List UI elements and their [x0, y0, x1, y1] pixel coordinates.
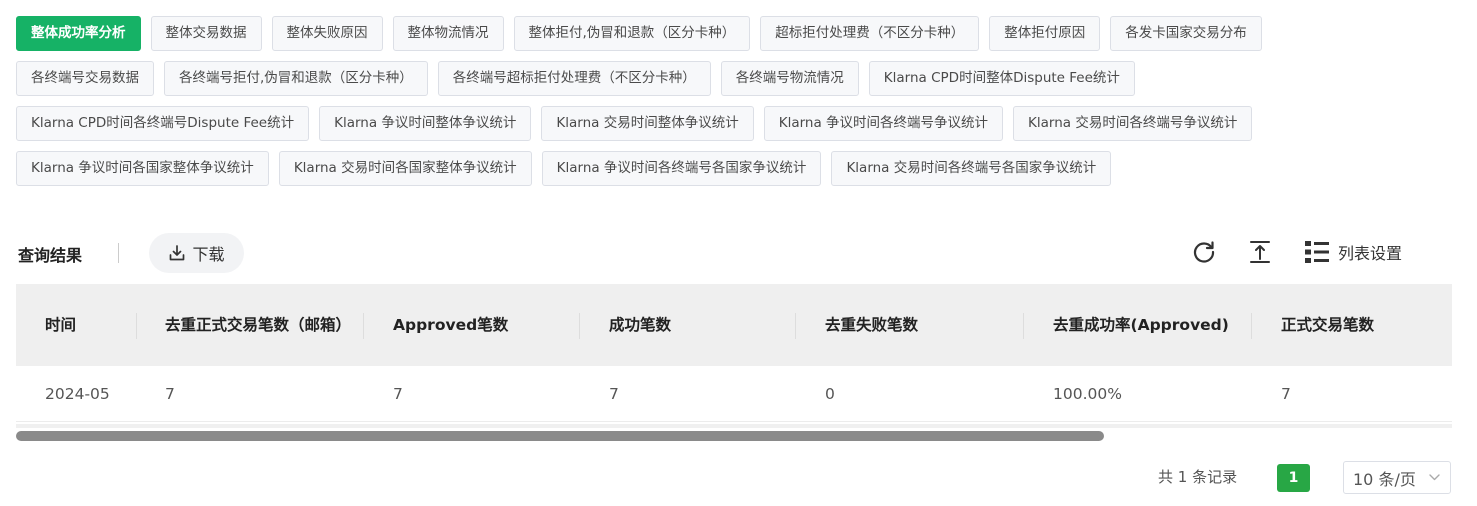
- tab-klarna-dispute-time-terminal[interactable]: Klarna 争议时间各终端号争议统计: [763, 106, 1004, 141]
- tab-klarna-transaction-time-terminal-country[interactable]: Klarna 交易时间各终端号各国家争议统计: [831, 151, 1112, 186]
- scroll-top-icon[interactable]: [1248, 239, 1272, 265]
- tab-overall-transactions[interactable]: 整体交易数据: [150, 16, 262, 51]
- column-header-success-count[interactable]: 成功笔数: [609, 284, 799, 366]
- tab-row: 整体成功率分析 整体交易数据 整体失败原因 整体物流情况 整体拒付,伪冒和退款（…: [16, 16, 1456, 51]
- column-divider[interactable]: [363, 313, 364, 339]
- tab-row: 各终端号交易数据 各终端号拒付,伪冒和退款（区分卡种） 各终端号超标拒付处理费（…: [16, 61, 1456, 96]
- cell-success-count: 7: [609, 385, 619, 403]
- cell-dedup-success-rate: 100.00%: [1053, 385, 1122, 403]
- tab-klarna-dispute-time-overall[interactable]: Klarna 争议时间整体争议统计: [319, 106, 532, 141]
- table-row: 2024-05 7 7 7 0 100.00% 7: [16, 366, 1452, 422]
- tab-klarna-cpd-terminal-dispute-fee[interactable]: Klarna CPD时间各终端号Dispute Fee统计: [16, 106, 310, 141]
- download-label: 下载: [192, 247, 225, 264]
- cell-approved-count: 7: [393, 385, 403, 403]
- tab-terminal-chargeback-fraud-refund[interactable]: 各终端号拒付,伪冒和退款（区分卡种）: [164, 61, 428, 96]
- column-header-dedup-formal-count[interactable]: 去重正式交易笔数（邮箱）: [165, 284, 351, 366]
- horizontal-scrollbar[interactable]: [16, 431, 1104, 441]
- horizontal-scroll-track[interactable]: [16, 424, 1452, 428]
- tab-klarna-cpd-overall-dispute-fee[interactable]: Klarna CPD时间整体Dispute Fee统计: [868, 61, 1135, 96]
- table-header: 时间 去重正式交易笔数（邮箱） Approved笔数 成功笔数 去重失败笔数 去…: [16, 284, 1452, 366]
- column-divider[interactable]: [579, 313, 580, 339]
- tab-overall-chargeback-fraud-refund[interactable]: 整体拒付,伪冒和退款（区分卡种）: [513, 16, 751, 51]
- tab-terminal-transactions[interactable]: 各终端号交易数据: [16, 61, 154, 96]
- results-table: 时间 去重正式交易笔数（邮箱） Approved笔数 成功笔数 去重失败笔数 去…: [16, 284, 1452, 422]
- refresh-icon[interactable]: [1191, 239, 1217, 265]
- tab-overall-chargeback-reasons[interactable]: 整体拒付原因: [989, 16, 1101, 51]
- results-title: 查询结果: [18, 246, 83, 265]
- tab-klarna-transaction-time-overall[interactable]: Klarna 交易时间整体争议统计: [541, 106, 754, 141]
- download-button[interactable]: 下载: [149, 233, 244, 273]
- tab-row: Klarna CPD时间各终端号Dispute Fee统计 Klarna 争议时…: [16, 106, 1456, 141]
- tab-overall-logistics[interactable]: 整体物流情况: [392, 16, 504, 51]
- list-settings-label: 列表设置: [1338, 244, 1403, 263]
- column-header-approved-count[interactable]: Approved笔数: [393, 284, 583, 366]
- tab-klarna-dispute-time-terminal-country[interactable]: Klarna 争议时间各终端号各国家争议统计: [541, 151, 822, 186]
- download-icon: [170, 245, 185, 261]
- column-divider[interactable]: [136, 313, 137, 339]
- tab-excess-chargeback-fee[interactable]: 超标拒付处理费（不区分卡种）: [760, 16, 980, 51]
- column-header-dedup-success-rate[interactable]: 去重成功率(Approved): [1053, 284, 1251, 366]
- toolbar-divider: [118, 243, 119, 263]
- tab-klarna-dispute-time-country[interactable]: Klarna 争议时间各国家整体争议统计: [16, 151, 269, 186]
- list-settings-icon: [1305, 241, 1329, 263]
- tab-overall-failure-reasons[interactable]: 整体失败原因: [271, 16, 383, 51]
- results-toolbar: 查询结果 下载 列表设置: [18, 233, 1438, 273]
- chevron-down-icon: [1429, 474, 1440, 481]
- tab-overall-success-rate[interactable]: 整体成功率分析: [16, 16, 141, 51]
- report-tabs: 整体成功率分析 整体交易数据 整体失败原因 整体物流情况 整体拒付,伪冒和退款（…: [16, 16, 1456, 196]
- cell-time: 2024-05: [45, 385, 110, 403]
- page-size-select[interactable]: 10 条/页: [1343, 461, 1451, 494]
- total-records: 共 1 条记录: [1158, 468, 1238, 486]
- cell-formal-count: 7: [1281, 385, 1291, 403]
- column-divider[interactable]: [1251, 313, 1252, 339]
- column-divider[interactable]: [1023, 313, 1024, 339]
- column-divider[interactable]: [795, 313, 796, 339]
- list-settings-button[interactable]: 列表设置: [1304, 239, 1402, 265]
- tab-row: Klarna 争议时间各国家整体争议统计 Klarna 交易时间各国家整体争议统…: [16, 151, 1456, 186]
- column-header-time[interactable]: 时间: [45, 284, 145, 366]
- tab-klarna-transaction-time-country[interactable]: Klarna 交易时间各国家整体争议统计: [278, 151, 532, 186]
- page-size-value: 10 条/页: [1353, 469, 1416, 489]
- tab-issuing-country-distribution[interactable]: 各发卡国家交易分布: [1110, 16, 1262, 51]
- cell-dedup-failure-count: 0: [825, 385, 835, 403]
- tab-terminal-logistics[interactable]: 各终端号物流情况: [720, 61, 859, 96]
- tab-klarna-transaction-time-terminal[interactable]: Klarna 交易时间各终端号争议统计: [1013, 106, 1253, 141]
- page-button-current[interactable]: 1: [1277, 464, 1310, 492]
- cell-dedup-formal-count: 7: [165, 385, 175, 403]
- column-header-formal-count[interactable]: 正式交易笔数: [1281, 284, 1446, 366]
- column-header-dedup-failure-count[interactable]: 去重失败笔数: [825, 284, 1025, 366]
- tab-terminal-excess-chargeback-fee[interactable]: 各终端号超标拒付处理费（不区分卡种）: [437, 61, 711, 96]
